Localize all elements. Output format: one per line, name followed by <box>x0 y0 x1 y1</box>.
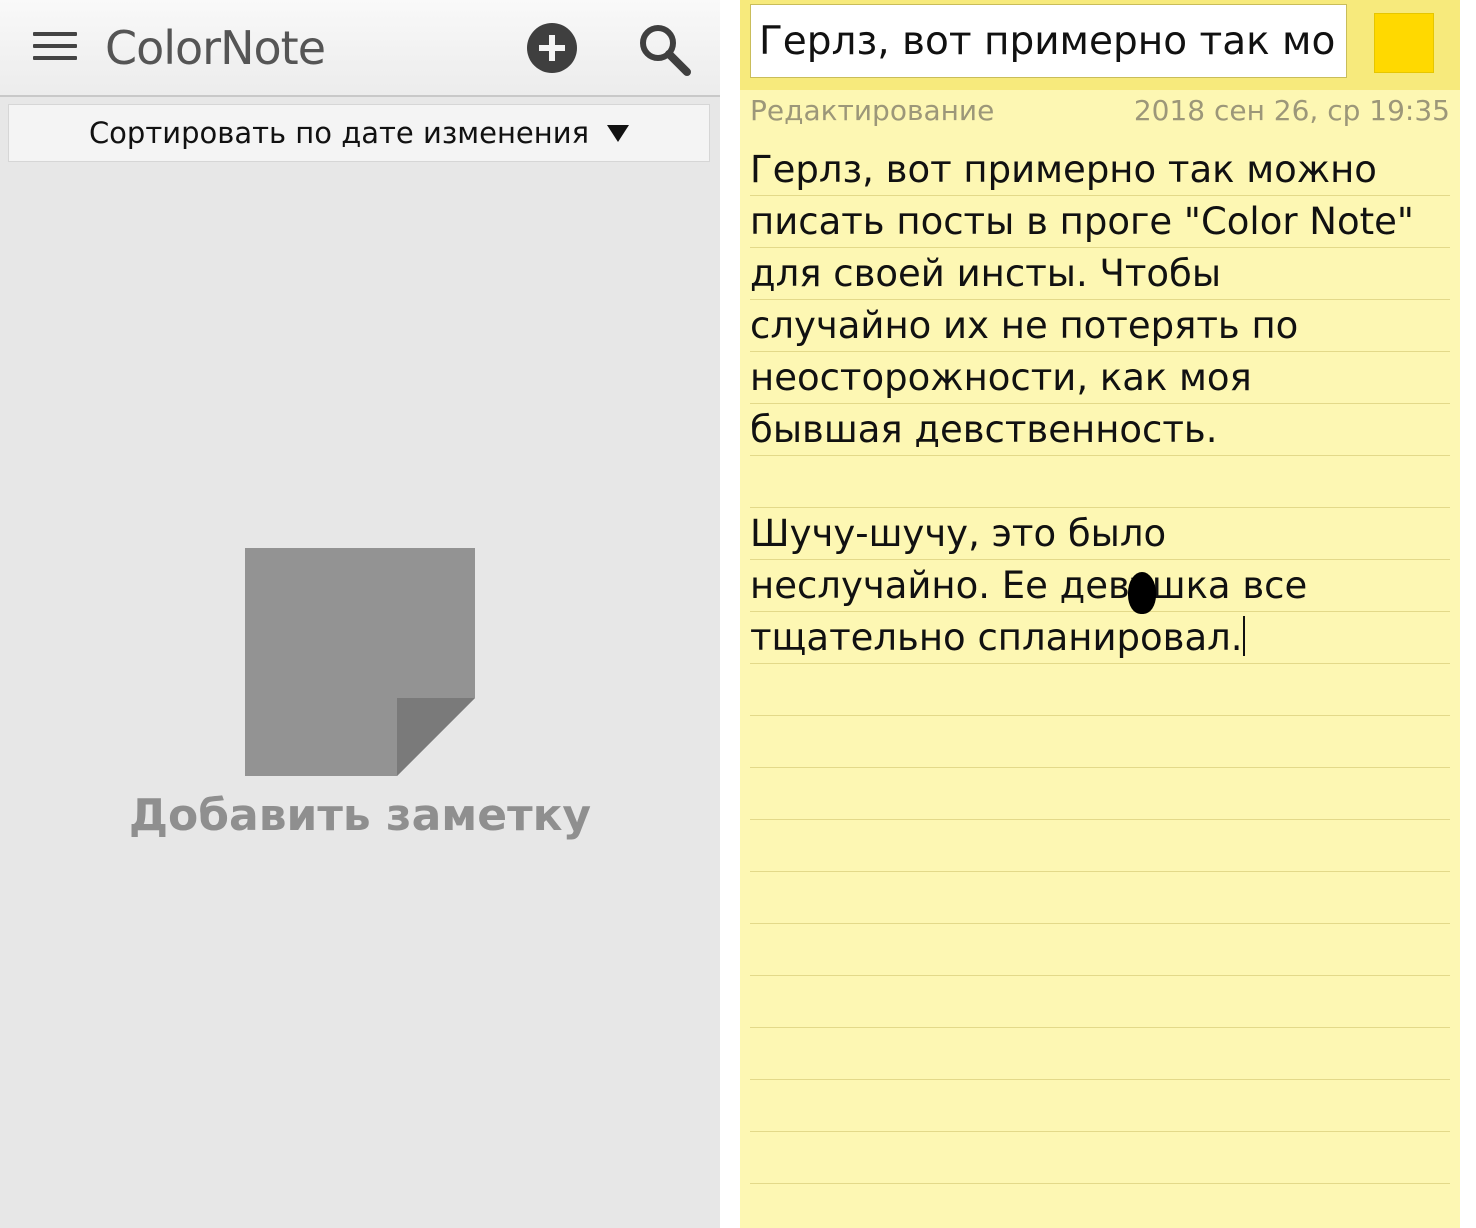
search-icon[interactable] <box>636 22 692 78</box>
note-status-row: Редактирование 2018 сен 26, ср 19:35 <box>750 94 1450 134</box>
note-line: для своей инсты. Чтобы <box>750 252 1222 295</box>
note-line: тщательно спланировал. <box>750 616 1243 659</box>
add-note-label[interactable]: Добавить заметку <box>0 790 720 841</box>
hamburger-menu-icon[interactable] <box>30 28 80 64</box>
note-line: бывшая девственность. <box>750 408 1218 451</box>
note-editor-screen: Герлз, вот примерно так мо Редактировани… <box>740 0 1460 1228</box>
text-cursor <box>1242 616 1245 656</box>
note-line: неслучайно. Ее девушка все <box>750 564 1308 607</box>
sort-dropdown-label: Сортировать по дате изменения <box>88 116 590 150</box>
panel-divider <box>720 0 740 1228</box>
note-line: Герлз, вот примерно так можно <box>750 148 1377 191</box>
sticky-note-icon[interactable] <box>245 548 475 776</box>
note-line <box>750 456 1450 508</box>
censor-blot <box>1128 572 1156 614</box>
note-color-button[interactable] <box>1374 13 1434 73</box>
note-line: неосторожности, как моя <box>750 356 1252 399</box>
app-title: ColorNote <box>105 21 326 75</box>
note-line: Шучу-шучу, это было <box>750 512 1167 555</box>
note-body-textarea[interactable]: Герлз, вот примерно так можно писать пос… <box>750 144 1450 1228</box>
note-line: писать посты в проге "Color Note" <box>750 200 1414 243</box>
note-title-input[interactable]: Герлз, вот примерно так мо <box>750 4 1347 78</box>
sort-dropdown[interactable]: Сортировать по дате изменения <box>8 104 710 162</box>
note-header: Герлз, вот примерно так мо <box>740 0 1460 90</box>
modified-timestamp: 2018 сен 26, ср 19:35 <box>1133 94 1450 127</box>
edit-mode-label: Редактирование <box>750 94 995 127</box>
triangle-down-icon <box>607 124 630 142</box>
app-toolbar: ColorNote <box>0 0 720 97</box>
note-line: случайно их не потерять по <box>750 304 1299 347</box>
notes-list-screen: ColorNote Сортировать по дате изменения … <box>0 0 720 1228</box>
plus-circle-icon[interactable] <box>526 22 578 74</box>
